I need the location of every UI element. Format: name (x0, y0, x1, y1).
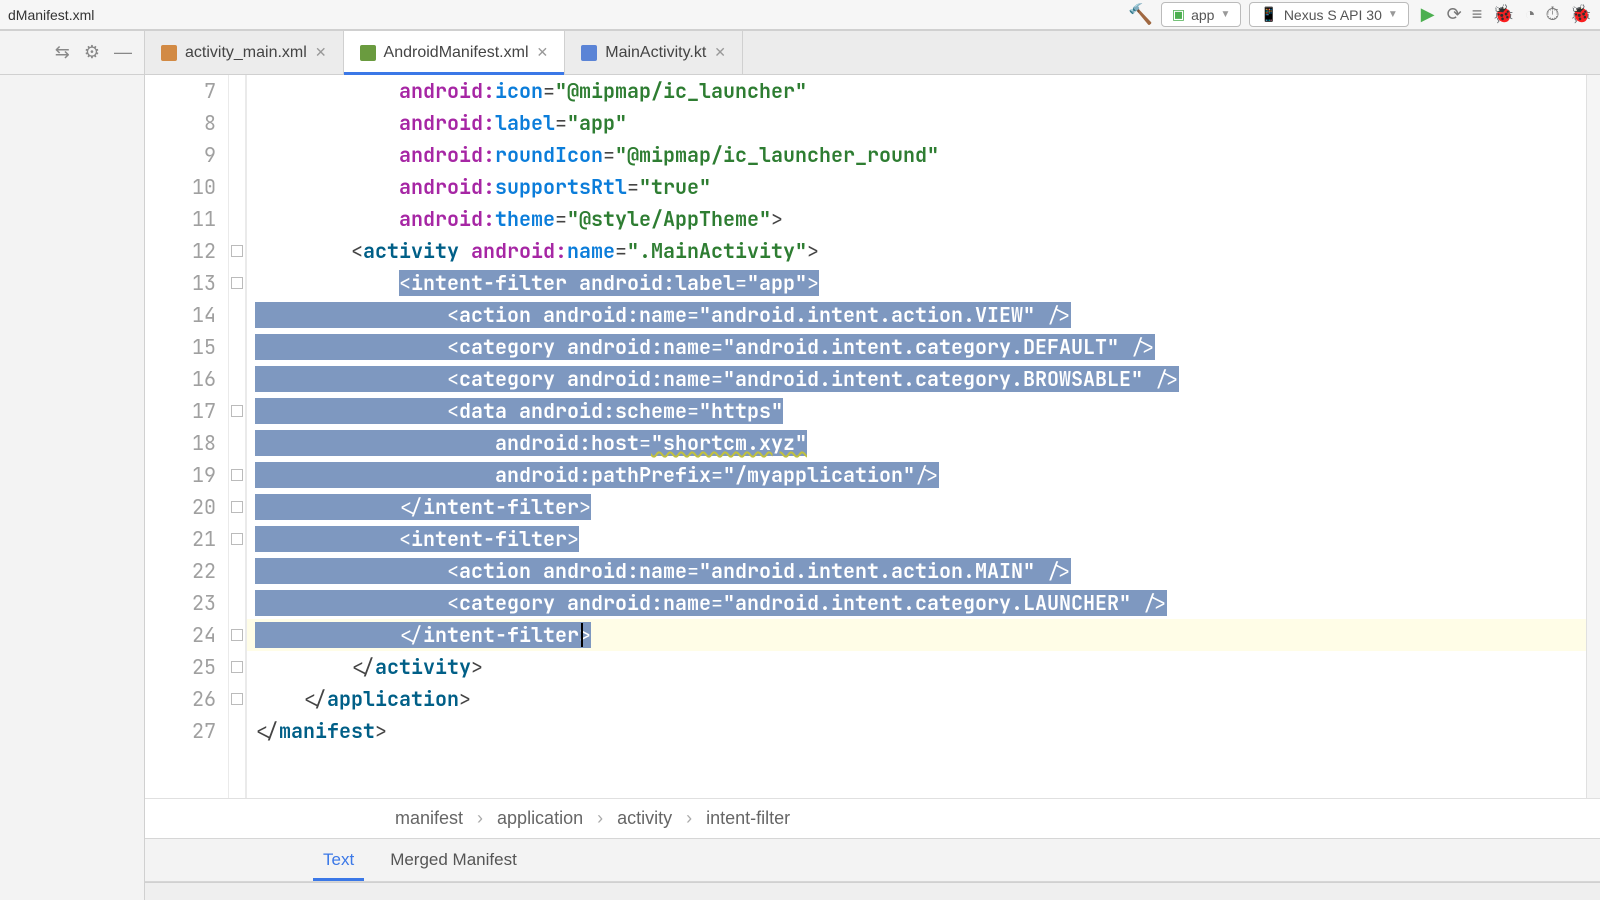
fold-gutter[interactable] (229, 75, 247, 798)
tab-label: AndroidManifest.xml (384, 44, 529, 62)
subtab-label: Text (323, 850, 354, 870)
chevron-right-icon: › (686, 808, 692, 829)
kotlin-file-icon (581, 45, 597, 61)
xml-file-icon (161, 45, 177, 61)
gear-icon[interactable]: ⚙ (84, 42, 100, 63)
lines-icon[interactable]: ≡ (1472, 4, 1483, 25)
crumb[interactable]: activity (617, 808, 672, 829)
attach-debug-icon[interactable]: 🐞 (1570, 4, 1592, 25)
subtab-label: Merged Manifest (390, 850, 517, 870)
path-fragment: dManifest.xml (8, 7, 94, 23)
subtab-merged-manifest[interactable]: Merged Manifest (372, 839, 535, 881)
build-icon[interactable]: 🔨 (1128, 2, 1153, 27)
android-icon: ▣ (1172, 6, 1185, 23)
device-label: Nexus S API 30 (1284, 7, 1382, 23)
apply-changes-icon[interactable]: ⟳ (1447, 4, 1462, 25)
chevron-down-icon: ▼ (1220, 9, 1230, 20)
project-tool-window: ⇆ ⚙ — (0, 31, 145, 900)
gauge-icon[interactable]: ⏱ (1546, 4, 1560, 25)
close-icon[interactable]: ✕ (714, 44, 726, 61)
chevron-down-icon: ▼ (1388, 9, 1398, 20)
line-number-gutter: 789101112131415161718192021222324252627 (145, 75, 229, 798)
code-editor[interactable]: 789101112131415161718192021222324252627 … (145, 75, 1600, 798)
run-button[interactable]: ▶ (1417, 4, 1439, 25)
tab-main-activity[interactable]: MainActivity.kt ✕ (565, 31, 743, 74)
chevron-right-icon: › (477, 808, 483, 829)
tab-label: MainActivity.kt (605, 44, 706, 62)
editor-subtabs: Text Merged Manifest (145, 838, 1600, 882)
run-config-dropdown[interactable]: ▣ app ▼ (1161, 2, 1242, 27)
breadcrumb: manifest › application › activity › inte… (145, 798, 1600, 838)
error-stripe[interactable] (1586, 75, 1600, 798)
device-icon: 📱 (1260, 6, 1277, 23)
status-bar (145, 882, 1600, 900)
device-dropdown[interactable]: 📱 Nexus S API 30 ▼ (1249, 2, 1408, 27)
toolbar-actions: ⟳ ≡ 🐞 ◔ ⏱ 🐞 (1447, 4, 1592, 25)
run-config-label: app (1191, 7, 1214, 23)
collapse-icon[interactable]: ⇆ (55, 42, 70, 63)
code-area[interactable]: android:icon="@mipmap/ic_launcher" andro… (247, 75, 1586, 798)
subtab-text[interactable]: Text (305, 839, 372, 881)
crumb[interactable]: application (497, 808, 583, 829)
tab-label: activity_main.xml (185, 44, 307, 62)
close-icon[interactable]: ✕ (315, 44, 327, 61)
manifest-file-icon (360, 45, 376, 61)
close-icon[interactable]: ✕ (537, 44, 549, 61)
chevron-right-icon: › (597, 808, 603, 829)
crumb[interactable]: intent-filter (706, 808, 790, 829)
ide-toolbar: dManifest.xml 🔨 ▣ app ▼ 📱 Nexus S API 30… (0, 0, 1600, 30)
editor-tabbar: activity_main.xml ✕ AndroidManifest.xml … (145, 31, 1600, 75)
hide-icon[interactable]: — (114, 42, 132, 63)
tab-activity-main[interactable]: activity_main.xml ✕ (145, 31, 344, 74)
profiler-icon[interactable]: ◔ (1525, 4, 1536, 25)
debug-icon[interactable]: 🐞 (1492, 4, 1514, 25)
crumb[interactable]: manifest (395, 808, 463, 829)
tab-android-manifest[interactable]: AndroidManifest.xml ✕ (344, 31, 566, 74)
